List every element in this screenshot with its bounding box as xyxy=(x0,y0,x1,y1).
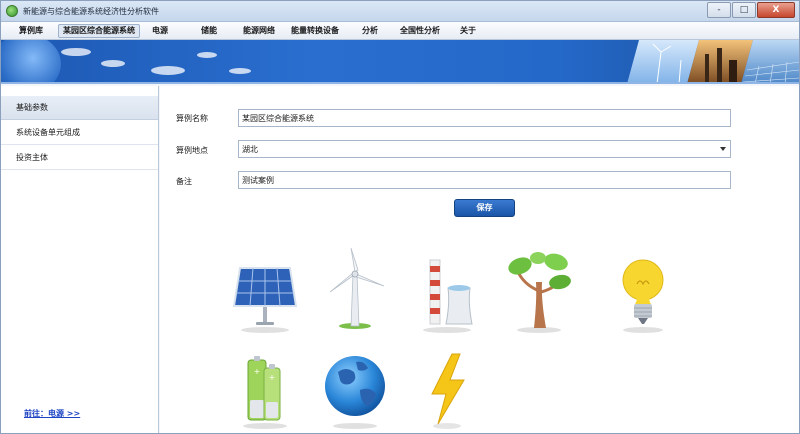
globe-icon[interactable] xyxy=(320,346,390,429)
battery-icon[interactable]: + + xyxy=(230,350,300,430)
menu-about[interactable]: 关于 xyxy=(456,24,480,38)
case-location-value: 湖北 xyxy=(242,145,258,154)
menu-park-energy-system[interactable]: 某园区综合能源系统 xyxy=(58,24,140,38)
menu-bar: 算例库 某园区综合能源系统 电源 储能 能源网络 能量转换设备 分析 全国性分析… xyxy=(1,22,799,40)
menu-energy-network[interactable]: 能源网络 xyxy=(239,24,279,38)
lightning-bolt-icon[interactable] xyxy=(412,350,482,430)
banner-globe xyxy=(1,40,61,82)
menu-national-analysis[interactable]: 全国性分析 xyxy=(396,24,444,38)
header-banner xyxy=(1,40,799,84)
light-bulb-icon[interactable] xyxy=(608,254,678,334)
banner-cloud xyxy=(61,48,91,56)
chevron-down-icon[interactable] xyxy=(720,147,726,151)
power-plant-icon[interactable] xyxy=(412,254,482,334)
window-controls: - □ X xyxy=(706,2,795,19)
wind-turbine-icon[interactable] xyxy=(320,246,390,329)
maximize-button[interactable]: □ xyxy=(732,2,756,18)
menu-case-library[interactable]: 算例库 xyxy=(15,24,47,38)
svg-text:+: + xyxy=(269,373,276,382)
menu-power-source[interactable]: 电源 xyxy=(148,24,172,38)
case-location-select[interactable]: 湖北 xyxy=(238,140,731,158)
remarks-label: 备注 xyxy=(176,177,192,186)
left-sidebar: 基础参数 系统设备单元组成 投资主体 前往：电源 >> xyxy=(1,86,159,433)
case-name-label: 算例名称 xyxy=(176,114,208,123)
menu-energy-conversion[interactable]: 能量转换设备 xyxy=(287,24,343,38)
case-name-input[interactable]: 某园区综合能源系统 xyxy=(238,109,731,127)
sidebar-item-investors[interactable]: 投资主体 xyxy=(1,146,158,170)
banner-cloud xyxy=(151,66,185,75)
sidebar-item-system-units[interactable]: 系统设备单元组成 xyxy=(1,121,158,145)
banner-cloud xyxy=(197,52,217,58)
minimize-button[interactable]: - xyxy=(707,2,731,18)
sidebar-item-basic-params[interactable]: 基础参数 xyxy=(1,96,158,120)
app-logo-icon xyxy=(6,5,18,17)
title-bar: 新能源与综合能源系统经济性分析软件 - □ X xyxy=(1,1,799,22)
biomass-tree-icon[interactable] xyxy=(504,250,574,333)
svg-text:+: + xyxy=(254,367,261,376)
solar-panel-icon[interactable] xyxy=(230,254,300,334)
menu-energy-storage[interactable]: 储能 xyxy=(197,24,221,38)
close-button[interactable]: X xyxy=(757,2,795,18)
app-window: 新能源与综合能源系统经济性分析软件 - □ X 算例库 某园区综合能源系统 电源… xyxy=(0,0,800,434)
save-button[interactable]: 保存 xyxy=(454,199,515,217)
goto-power-source-link[interactable]: 前往：电源 >> xyxy=(24,408,80,419)
case-location-label: 算例地点 xyxy=(176,146,208,155)
banner-cloud xyxy=(229,68,251,74)
menu-analysis[interactable]: 分析 xyxy=(358,24,382,38)
banner-energy-photos xyxy=(627,40,799,82)
main-panel: 算例名称 某园区综合能源系统 算例地点 湖北 备注 测试案例 保存 + + xyxy=(160,86,799,433)
window-title: 新能源与综合能源系统经济性分析软件 xyxy=(23,7,159,16)
remarks-input[interactable]: 测试案例 xyxy=(238,171,731,189)
banner-cloud xyxy=(101,60,125,67)
